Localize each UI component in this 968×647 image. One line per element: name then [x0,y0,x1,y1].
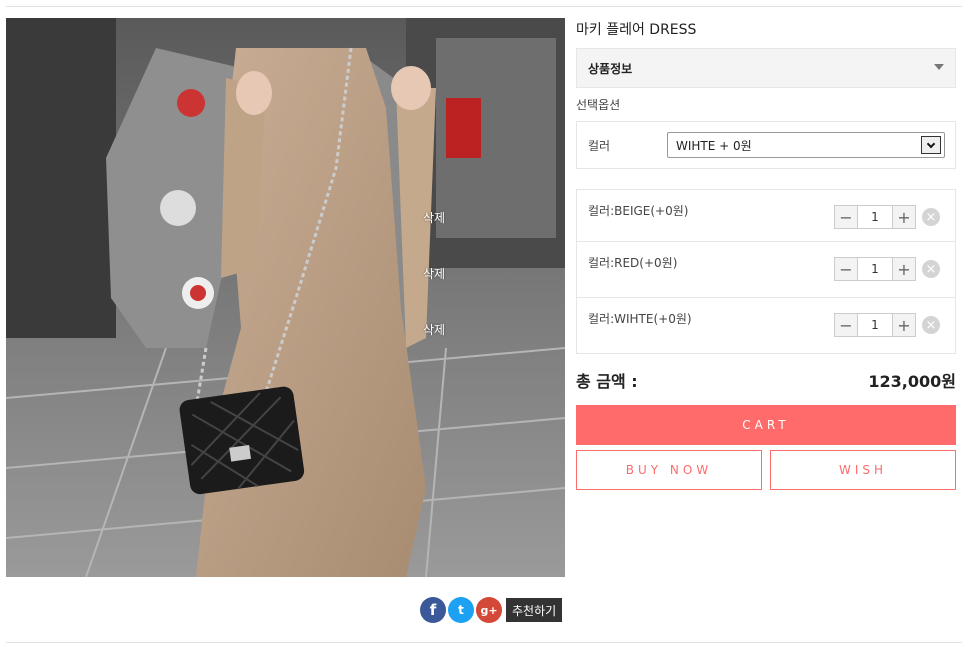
quantity-stepper: − 1 + [834,257,916,281]
list-item: 컬러:BEIGE(+0원) − 1 + × [577,190,955,241]
decrease-button[interactable]: − [834,257,858,281]
google-plus-icon[interactable]: g+ [476,597,502,623]
quantity-stepper: − 1 + [834,313,916,337]
facebook-icon[interactable]: f [420,597,446,623]
product-info-toggle[interactable]: 상품정보 [576,48,956,88]
delete-label[interactable]: 삭제 [423,265,445,282]
increase-button[interactable]: + [892,257,916,281]
decrease-button[interactable]: − [834,313,858,337]
selected-option-name: 컬러:WIHTE(+0원) [588,312,692,326]
color-select-value: WIHTE + 0원 [676,138,752,153]
list-item: 컬러:WIHTE(+0원) − 1 + × [577,297,955,353]
remove-icon[interactable]: × [922,260,940,278]
selected-option-name: 컬러:BEIGE(+0원) [588,204,689,218]
caret-down-icon [934,64,944,70]
increase-button[interactable]: + [892,313,916,337]
quantity-input[interactable]: 1 [858,257,892,281]
wish-button[interactable]: WISH [770,450,956,490]
quantity-stepper: − 1 + [834,205,916,229]
buy-now-button[interactable]: BUY NOW [576,450,762,490]
product-photo [6,18,565,577]
twitter-glyph: t [458,603,464,617]
color-select[interactable]: WIHTE + 0원 [667,132,945,158]
facebook-glyph: f [429,601,437,619]
google-plus-glyph: g+ [480,603,498,617]
selected-option-name: 컬러:RED(+0원) [588,256,678,270]
cart-button[interactable]: CART [576,405,956,445]
chevron-down-icon[interactable] [921,136,941,154]
remove-icon[interactable]: × [922,316,940,334]
recommend-button[interactable]: 추천하기 [506,598,563,622]
delete-label[interactable]: 삭제 [423,321,445,338]
share-bar: f t g+ 추천하기 [420,597,563,623]
total-price-value: 123,000원 [868,372,956,391]
product-title: 마키 플레어 DRESS [576,22,697,38]
product-info-label: 상품정보 [588,61,633,76]
list-item: 컬러:RED(+0원) − 1 + × [577,241,955,297]
increase-button[interactable]: + [892,205,916,229]
remove-icon[interactable]: × [922,208,940,226]
color-option-label: 컬러 [588,138,611,153]
options-heading: 선택옵션 [576,98,621,112]
quantity-input[interactable]: 1 [858,205,892,229]
quantity-input[interactable]: 1 [858,313,892,337]
product-photo-illustration [6,18,565,577]
twitter-icon[interactable]: t [448,597,474,623]
total-price-label: 총 금액 : [576,372,638,391]
selected-options-list: 컬러:BEIGE(+0원) − 1 + × 컬러:RED(+0원) − 1 + … [576,189,956,354]
delete-label[interactable]: 삭제 [423,209,445,226]
bottom-divider [6,642,962,643]
top-divider [6,6,962,7]
color-option-row: 컬러 WIHTE + 0원 [576,121,956,169]
decrease-button[interactable]: − [834,205,858,229]
